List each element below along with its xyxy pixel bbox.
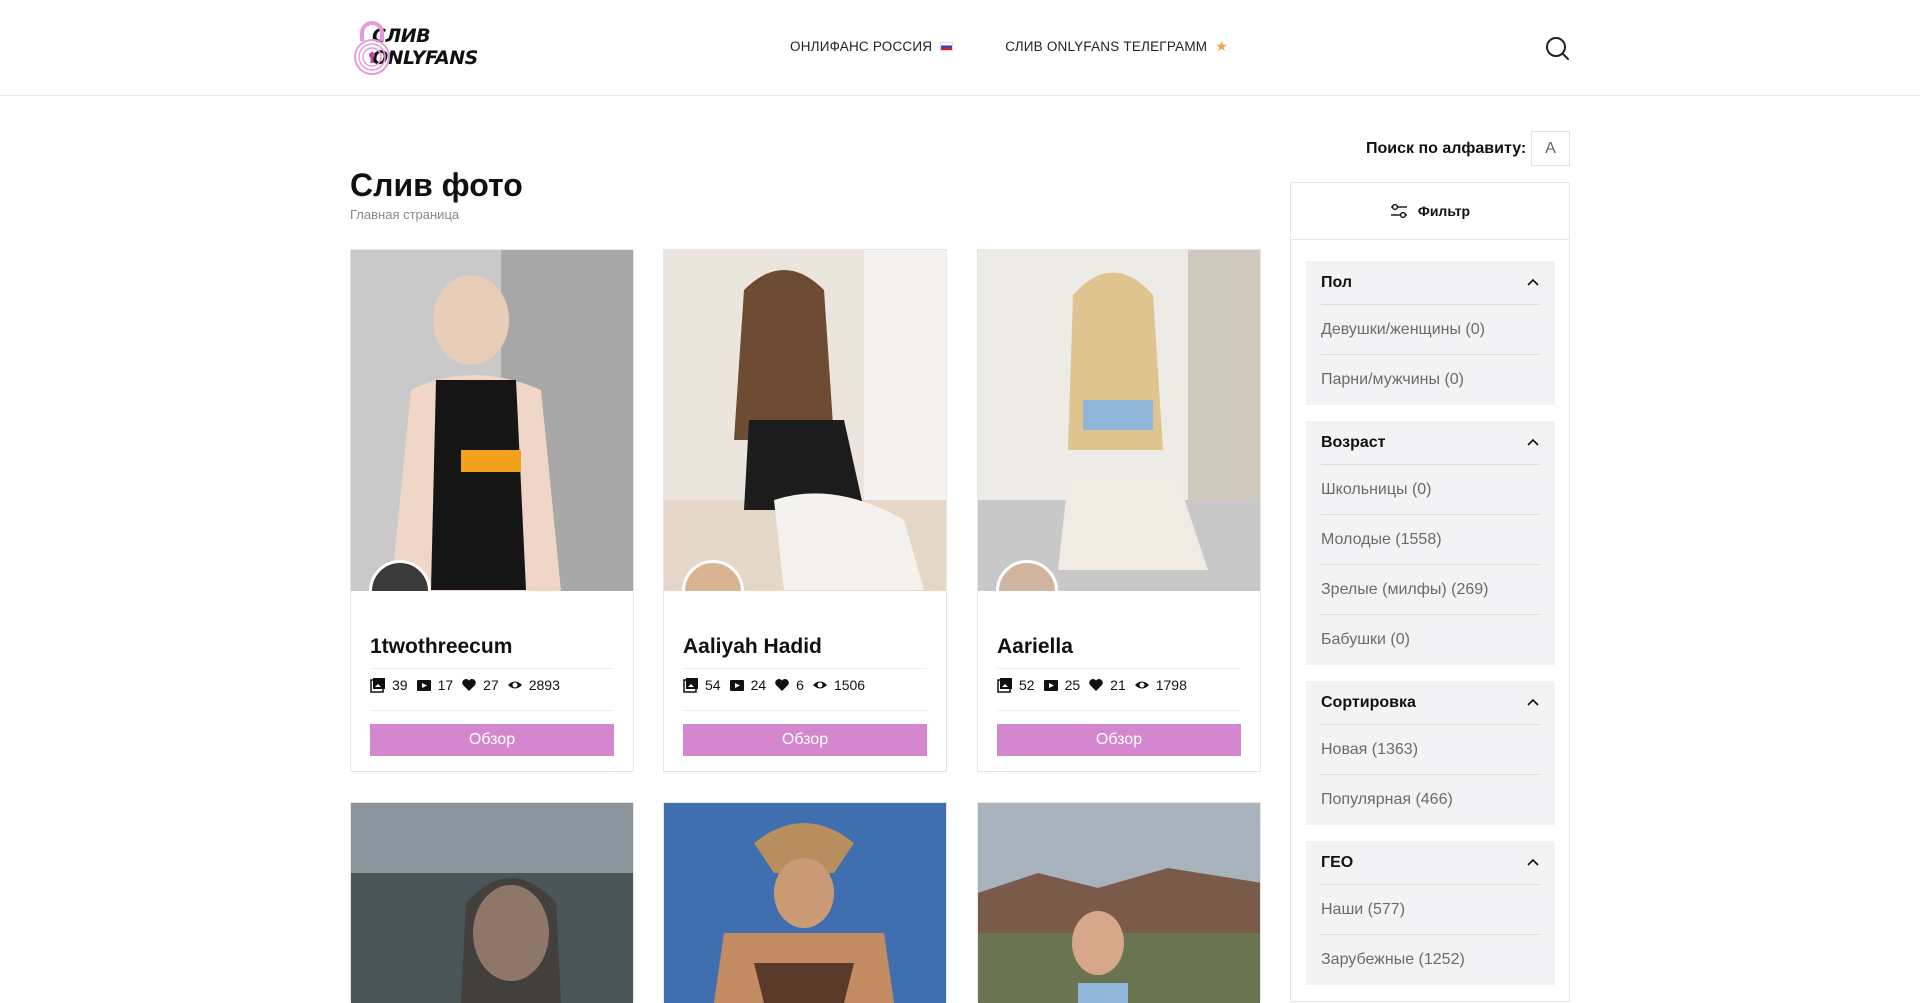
filter-group-age: Возраст Школьницы (0) Молодые (1558) Зре… xyxy=(1306,421,1555,665)
star-icon: ★ xyxy=(1215,38,1228,54)
profile-photo-image xyxy=(664,803,946,1003)
russia-flag-icon xyxy=(940,42,954,51)
profile-photo-image xyxy=(978,803,1260,1003)
filter-group-header[interactable]: Пол xyxy=(1321,261,1540,305)
sliders-icon xyxy=(1390,203,1407,219)
profile-stats: 39 17 27 2893 xyxy=(370,677,562,693)
profile-card[interactable] xyxy=(663,802,947,1003)
profile-photo[interactable] xyxy=(351,250,633,591)
profile-card[interactable] xyxy=(977,802,1261,1003)
profile-photo[interactable] xyxy=(664,250,946,591)
filter-group-geo: ГЕО Наши (577) Зарубежные (1252) xyxy=(1306,841,1555,985)
filter-option[interactable]: Популярная (466) xyxy=(1321,775,1540,825)
divider xyxy=(997,710,1241,711)
filter-group-header[interactable]: ГЕО xyxy=(1321,841,1540,885)
divider xyxy=(370,710,614,711)
photo-count: 52 xyxy=(997,677,1035,693)
videos-icon xyxy=(729,680,744,691)
videos-icon xyxy=(1043,680,1058,691)
filter-option[interactable]: Девушки/женщины (0) xyxy=(1321,305,1540,355)
view-button[interactable]: Обзор xyxy=(997,724,1241,756)
view-count: 1506 xyxy=(812,677,865,693)
profile-photo-image xyxy=(351,250,633,591)
filter-option[interactable]: Школьницы (0) xyxy=(1321,465,1540,515)
nav-onlyfans-telegram[interactable]: СЛИВ ONLYFANS ТЕЛЕГРАММ ★ xyxy=(1005,38,1228,55)
profile-photo-image xyxy=(978,250,1260,591)
like-count: 21 xyxy=(1088,677,1126,693)
divider xyxy=(997,668,1241,669)
like-count: 6 xyxy=(774,677,804,693)
profile-name[interactable]: Aaliyah Hadid xyxy=(683,635,822,659)
profile-name[interactable]: Aariella xyxy=(997,635,1073,659)
profile-card[interactable] xyxy=(350,802,634,1003)
main-nav: ОНЛИФАНС РОССИЯ СЛИВ ONLYFANS ТЕЛЕГРАММ … xyxy=(790,38,1228,55)
nav-onlyfans-russia[interactable]: ОНЛИФАНС РОССИЯ xyxy=(790,38,954,55)
nav-label: СЛИВ ONLYFANS ТЕЛЕГРАММ xyxy=(1005,39,1208,54)
profile-card[interactable]: Aariella 52 25 21 1798 Обзор xyxy=(977,249,1261,772)
filter-group-header[interactable]: Возраст xyxy=(1321,421,1540,465)
filter-group-gender: Пол Девушки/женщины (0) Парни/мужчины (0… xyxy=(1306,261,1555,405)
profile-photo[interactable] xyxy=(978,250,1260,591)
like-count: 27 xyxy=(461,677,499,693)
eye-icon xyxy=(812,681,827,689)
filter-option[interactable]: Новая (1363) xyxy=(1321,725,1540,775)
photo-count: 54 xyxy=(683,677,721,693)
profile-card[interactable]: 1twothreecum 39 17 27 2893 Обзор xyxy=(350,249,634,772)
alphabet-select[interactable]: A xyxy=(1531,131,1570,166)
filter-option[interactable]: Бабушки (0) xyxy=(1321,615,1540,665)
filter-toggle[interactable]: Фильтр xyxy=(1291,183,1569,240)
chevron-up-icon xyxy=(1527,698,1539,706)
filter-label: Фильтр xyxy=(1417,203,1471,219)
lock-logo-icon xyxy=(354,21,390,75)
filter-option[interactable]: Наши (577) xyxy=(1321,885,1540,935)
filter-group-header[interactable]: Сортировка xyxy=(1321,681,1540,725)
view-button[interactable]: Обзор xyxy=(683,724,927,756)
nav-label: ОНЛИФАНС РОССИЯ xyxy=(790,39,933,54)
profile-photo[interactable] xyxy=(351,803,633,1003)
chevron-up-icon xyxy=(1527,438,1539,446)
chevron-up-icon xyxy=(1527,278,1539,286)
profile-stats: 54 24 6 1506 xyxy=(683,677,867,693)
photos-icon xyxy=(997,678,1012,693)
view-count: 1798 xyxy=(1134,677,1187,693)
filter-option[interactable]: Зарубежные (1252) xyxy=(1321,935,1540,985)
filter-sidebar: Фильтр Пол Девушки/женщины (0) Парни/муж… xyxy=(1290,182,1570,1002)
divider xyxy=(683,710,927,711)
video-count: 17 xyxy=(416,677,453,693)
eye-icon xyxy=(507,681,522,689)
profile-photo[interactable] xyxy=(664,803,946,1003)
filter-option[interactable]: Зрелые (милфы) (269) xyxy=(1321,565,1540,615)
photo-count: 39 xyxy=(370,677,408,693)
photos-icon xyxy=(370,678,385,693)
videos-icon xyxy=(416,680,431,691)
filter-group-sort: Сортировка Новая (1363) Популярная (466) xyxy=(1306,681,1555,825)
view-count: 2893 xyxy=(507,677,560,693)
video-count: 25 xyxy=(1043,677,1080,693)
divider xyxy=(683,668,927,669)
heart-icon xyxy=(775,679,789,691)
profile-card[interactable]: Aaliyah Hadid 54 24 6 1506 Обзор xyxy=(663,249,947,772)
breadcrumb[interactable]: Главная страница xyxy=(350,207,459,222)
photos-icon xyxy=(683,678,698,693)
site-header: СЛИВ ONLYFANS ОНЛИФАНС РОССИЯ СЛИВ ONLYF… xyxy=(0,0,1920,96)
profile-photo-image xyxy=(351,803,633,1003)
divider xyxy=(370,668,614,669)
profile-name[interactable]: 1twothreecum xyxy=(370,635,512,659)
filter-option[interactable]: Парни/мужчины (0) xyxy=(1321,355,1540,405)
profile-photo-image xyxy=(664,250,946,591)
filter-option[interactable]: Молодые (1558) xyxy=(1321,515,1540,565)
video-count: 24 xyxy=(729,677,766,693)
alphabet-search-label: Поиск по алфавиту: xyxy=(1366,140,1527,157)
page-title: Слив фото xyxy=(350,167,523,203)
view-button[interactable]: Обзор xyxy=(370,724,614,756)
site-logo[interactable]: СЛИВ ONLYFANS xyxy=(350,18,495,76)
heart-icon xyxy=(462,679,476,691)
chevron-up-icon xyxy=(1527,858,1539,866)
profile-stats: 52 25 21 1798 xyxy=(997,677,1189,693)
profile-photo[interactable] xyxy=(978,803,1260,1003)
heart-icon xyxy=(1089,679,1103,691)
search-icon[interactable] xyxy=(1544,35,1570,61)
eye-icon xyxy=(1134,681,1149,689)
